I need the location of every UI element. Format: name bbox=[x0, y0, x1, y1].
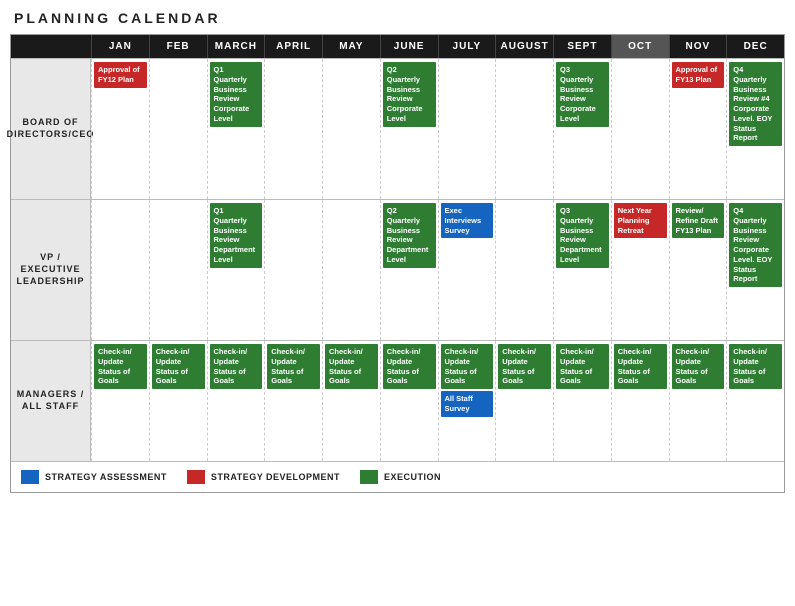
cell-vp-may bbox=[322, 200, 380, 340]
cell-board-feb bbox=[149, 59, 207, 199]
calendar-container: JAN FEB MARCH APRIL MAY JUNE JULY AUGUST… bbox=[10, 34, 785, 493]
event-vp-oct: Next Year Planning Retreat bbox=[614, 203, 667, 238]
section-label-vp: VP / EXECUTIVELEADERSHIP bbox=[11, 200, 91, 340]
event-mgr-may: Check-in/ Update Status of Goals bbox=[325, 344, 378, 389]
month-header-nov: NOV bbox=[669, 35, 727, 58]
legend-box-green bbox=[360, 470, 378, 484]
cell-vp-sep: Q3 Quarterly Business Review Department … bbox=[553, 200, 611, 340]
legend: STRATEGY ASSESSMENT STRATEGY DEVELOPMENT… bbox=[11, 461, 784, 492]
cell-mgr-dec: Check-in/ Update Status of Goals bbox=[726, 341, 784, 461]
legend-label-assessment: STRATEGY ASSESSMENT bbox=[45, 472, 167, 482]
month-header-oct: OCT bbox=[611, 35, 669, 58]
cell-board-may bbox=[322, 59, 380, 199]
cell-board-jun: Q2 Quarterly Business Review Corporate L… bbox=[380, 59, 438, 199]
cell-mgr-oct: Check-in/ Update Status of Goals bbox=[611, 341, 669, 461]
event-vp-jul: Exec Interviews Survey bbox=[441, 203, 494, 238]
month-header-aug: AUGUST bbox=[495, 35, 553, 58]
event-mgr-jun: Check-in/ Update Status of Goals bbox=[383, 344, 436, 389]
cell-mgr-may: Check-in/ Update Status of Goals bbox=[322, 341, 380, 461]
event-board-jun: Q2 Quarterly Business Review Corporate L… bbox=[383, 62, 436, 127]
cell-vp-jul: Exec Interviews Survey bbox=[438, 200, 496, 340]
cell-board-jul bbox=[438, 59, 496, 199]
cell-mgr-jan: Check-in/ Update Status of Goals bbox=[91, 341, 149, 461]
cell-vp-jan bbox=[91, 200, 149, 340]
header-row: JAN FEB MARCH APRIL MAY JUNE JULY AUGUST… bbox=[11, 35, 784, 58]
event-mgr-jul-checkin: Check-in/ Update Status of Goals bbox=[441, 344, 494, 389]
event-vp-mar: Q1 Quarterly Business Review Department … bbox=[210, 203, 263, 268]
month-header-dec: DEC bbox=[726, 35, 784, 58]
cell-mgr-jun: Check-in/ Update Status of Goals bbox=[380, 341, 438, 461]
event-mgr-aug: Check-in/ Update Status of Goals bbox=[498, 344, 551, 389]
cell-board-jan: Approval of FY12 Plan bbox=[91, 59, 149, 199]
cell-board-sep: Q3 Quarterly Business Review Corporate L… bbox=[553, 59, 611, 199]
section-row-vp: VP / EXECUTIVELEADERSHIP Q1 Quarterly Bu… bbox=[11, 199, 784, 340]
cell-board-nov: Approval of FY13 Plan bbox=[669, 59, 727, 199]
month-header-apr: APRIL bbox=[264, 35, 322, 58]
month-header-jan: JAN bbox=[91, 35, 149, 58]
event-board-mar: Q1 Quarterly Business Review Corporate L… bbox=[210, 62, 263, 127]
legend-strategy-assessment: STRATEGY ASSESSMENT bbox=[21, 470, 167, 484]
month-header-may: MAY bbox=[322, 35, 380, 58]
event-board-nov: Approval of FY13 Plan bbox=[672, 62, 725, 88]
event-mgr-mar: Check-in/ Update Status of Goals bbox=[210, 344, 263, 389]
page-container: PLANNING CALENDAR JAN FEB MARCH APRIL MA… bbox=[10, 10, 785, 493]
legend-box-red bbox=[187, 470, 205, 484]
event-mgr-sep: Check-in/ Update Status of Goals bbox=[556, 344, 609, 389]
page-title: PLANNING CALENDAR bbox=[10, 10, 785, 26]
legend-label-development: STRATEGY DEVELOPMENT bbox=[211, 472, 340, 482]
cell-mgr-nov: Check-in/ Update Status of Goals bbox=[669, 341, 727, 461]
event-mgr-nov: Check-in/ Update Status of Goals bbox=[672, 344, 725, 389]
month-header-jul: JULY bbox=[438, 35, 496, 58]
legend-execution: EXECUTION bbox=[360, 470, 441, 484]
header-label-spacer bbox=[11, 35, 91, 58]
event-vp-nov: Review/ Refine Draft FY13 Plan bbox=[672, 203, 725, 238]
legend-box-blue bbox=[21, 470, 39, 484]
cell-vp-feb bbox=[149, 200, 207, 340]
event-board-dec: Q4 Quarterly Business Review #4 Corporat… bbox=[729, 62, 782, 146]
cell-board-aug bbox=[495, 59, 553, 199]
event-board-jan: Approval of FY12 Plan bbox=[94, 62, 147, 88]
section-row-managers: MANAGERS /ALL STAFF Check-in/ Update Sta… bbox=[11, 340, 784, 461]
section-label-board: BOARD OFDIRECTORS/CEO bbox=[11, 59, 91, 199]
cell-board-apr bbox=[264, 59, 322, 199]
event-mgr-feb: Check-in/ Update Status of Goals bbox=[152, 344, 205, 389]
cell-mgr-mar: Check-in/ Update Status of Goals bbox=[207, 341, 265, 461]
cell-vp-nov: Review/ Refine Draft FY13 Plan bbox=[669, 200, 727, 340]
cell-board-mar: Q1 Quarterly Business Review Corporate L… bbox=[207, 59, 265, 199]
event-vp-sep: Q3 Quarterly Business Review Department … bbox=[556, 203, 609, 268]
cell-mgr-apr: Check-in/ Update Status of Goals bbox=[264, 341, 322, 461]
legend-label-execution: EXECUTION bbox=[384, 472, 441, 482]
month-header-feb: FEB bbox=[149, 35, 207, 58]
event-mgr-jul-survey: All Staff Survey bbox=[441, 391, 494, 417]
cell-vp-jun: Q2 Quarterly Business Review Department … bbox=[380, 200, 438, 340]
cell-vp-apr bbox=[264, 200, 322, 340]
cell-vp-dec: Q4 Quarterly Business Review Corporate L… bbox=[726, 200, 784, 340]
event-mgr-dec: Check-in/ Update Status of Goals bbox=[729, 344, 782, 389]
cell-mgr-feb: Check-in/ Update Status of Goals bbox=[149, 341, 207, 461]
legend-strategy-development: STRATEGY DEVELOPMENT bbox=[187, 470, 340, 484]
event-mgr-oct: Check-in/ Update Status of Goals bbox=[614, 344, 667, 389]
cell-vp-oct: Next Year Planning Retreat bbox=[611, 200, 669, 340]
cell-vp-mar: Q1 Quarterly Business Review Department … bbox=[207, 200, 265, 340]
month-header-sep: SEPT bbox=[553, 35, 611, 58]
event-mgr-jan: Check-in/ Update Status of Goals bbox=[94, 344, 147, 389]
section-label-managers: MANAGERS /ALL STAFF bbox=[11, 341, 91, 461]
cell-board-oct bbox=[611, 59, 669, 199]
event-mgr-apr: Check-in/ Update Status of Goals bbox=[267, 344, 320, 389]
cell-mgr-sep: Check-in/ Update Status of Goals bbox=[553, 341, 611, 461]
event-vp-dec: Q4 Quarterly Business Review Corporate L… bbox=[729, 203, 782, 287]
cell-mgr-jul: Check-in/ Update Status of Goals All Sta… bbox=[438, 341, 496, 461]
month-header-jun: JUNE bbox=[380, 35, 438, 58]
cell-mgr-aug: Check-in/ Update Status of Goals bbox=[495, 341, 553, 461]
section-row-board: BOARD OFDIRECTORS/CEO Approval of FY12 P… bbox=[11, 58, 784, 199]
event-board-sep: Q3 Quarterly Business Review Corporate L… bbox=[556, 62, 609, 127]
month-header-mar: MARCH bbox=[207, 35, 265, 58]
cell-board-dec: Q4 Quarterly Business Review #4 Corporat… bbox=[726, 59, 784, 199]
cell-vp-aug bbox=[495, 200, 553, 340]
event-vp-jun: Q2 Quarterly Business Review Department … bbox=[383, 203, 436, 268]
